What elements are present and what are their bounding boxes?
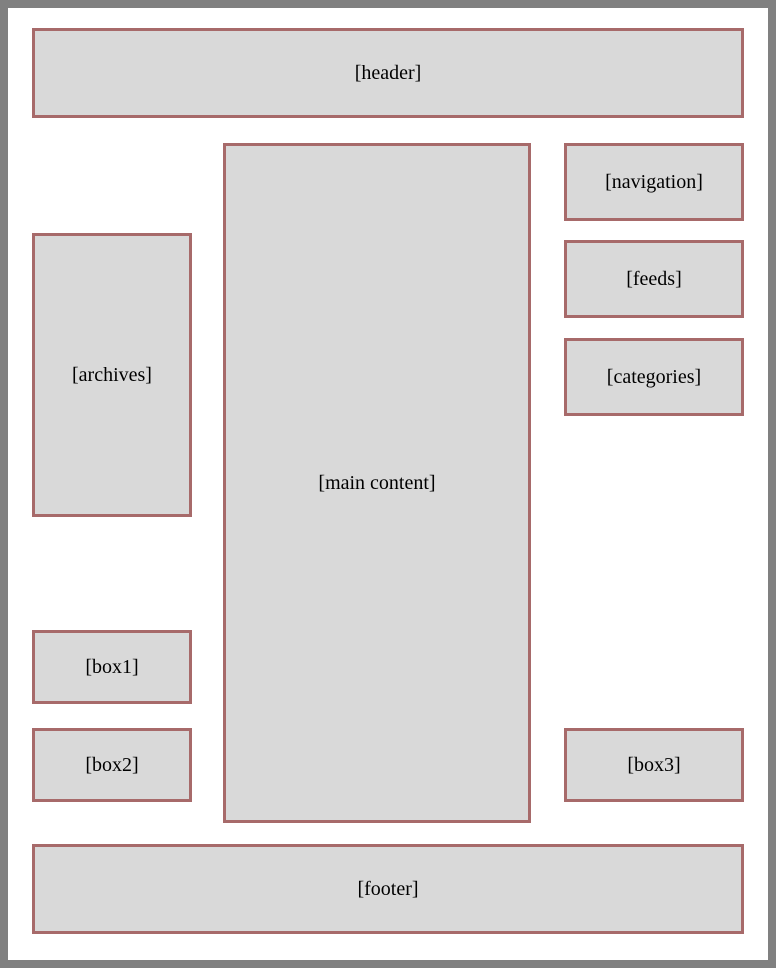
main-content-label: [main content] (318, 472, 435, 495)
footer-label: [footer] (357, 878, 418, 901)
navigation-label: [navigation] (605, 171, 703, 194)
archives-box: [archives] (32, 233, 192, 517)
box1-label: [box1] (85, 656, 138, 679)
layout-diagram: [header] [navigation] [feeds] [categorie… (8, 8, 768, 960)
main-content-box: [main content] (223, 143, 531, 823)
navigation-box: [navigation] (564, 143, 744, 221)
categories-label: [categories] (607, 366, 701, 389)
archives-label: [archives] (72, 364, 152, 387)
header-label: [header] (355, 62, 422, 85)
categories-box: [categories] (564, 338, 744, 416)
feeds-box: [feeds] (564, 240, 744, 318)
feeds-label: [feeds] (626, 268, 682, 291)
footer-box: [footer] (32, 844, 744, 934)
box3-box: [box3] (564, 728, 744, 802)
header-box: [header] (32, 28, 744, 118)
box1-box: [box1] (32, 630, 192, 704)
box2-label: [box2] (85, 754, 138, 777)
box3-label: [box3] (627, 754, 680, 777)
box2-box: [box2] (32, 728, 192, 802)
